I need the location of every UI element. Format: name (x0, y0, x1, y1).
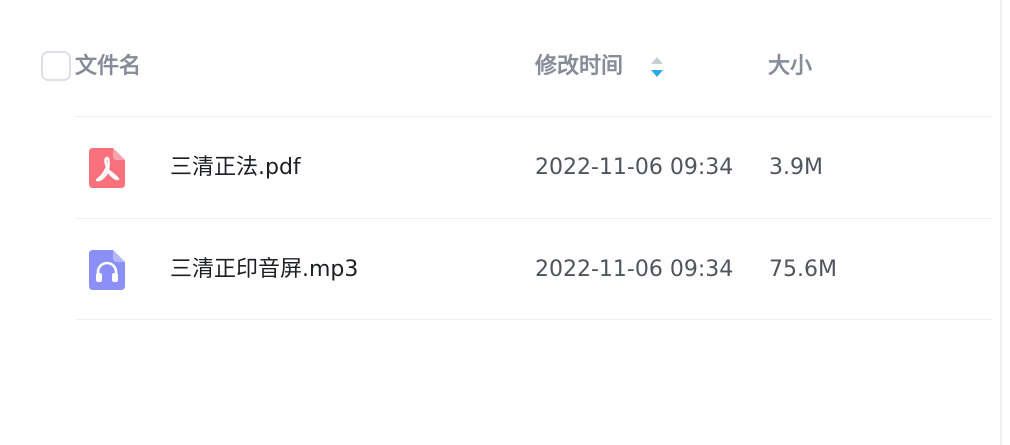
table-header: 文件名 修改时间 大小 (0, 40, 1000, 96)
table-row[interactable]: 三清正法.pdf 2022-11-06 09:34 3.9M (75, 116, 992, 218)
column-header-name[interactable]: 文件名 (75, 54, 141, 80)
panel-divider (1000, 0, 1002, 445)
select-all-checkbox[interactable] (41, 51, 71, 81)
file-size: 3.9M (769, 155, 823, 180)
file-modified-time: 2022-11-06 09:34 (535, 155, 734, 180)
column-header-size[interactable]: 大小 (768, 54, 812, 80)
file-list-view: 文件名 修改时间 大小 三清正法.pdf 2022-11-06 09:34 3.… (0, 0, 1010, 445)
file-modified-time: 2022-11-06 09:34 (535, 257, 734, 282)
file-name[interactable]: 三清正法.pdf (170, 154, 301, 182)
table-row[interactable]: 三清正印音屏.mp3 2022-11-06 09:34 75.6M (75, 218, 992, 320)
file-name[interactable]: 三清正印音屏.mp3 (170, 256, 358, 284)
audio-file-icon (89, 250, 125, 290)
pdf-file-icon (89, 148, 125, 188)
column-header-modified[interactable]: 修改时间 (535, 54, 623, 80)
sort-arrows-icon[interactable] (649, 54, 665, 80)
file-table-body: 三清正法.pdf 2022-11-06 09:34 3.9M 三清正印音屏.mp… (75, 116, 992, 320)
file-size: 75.6M (769, 257, 837, 282)
